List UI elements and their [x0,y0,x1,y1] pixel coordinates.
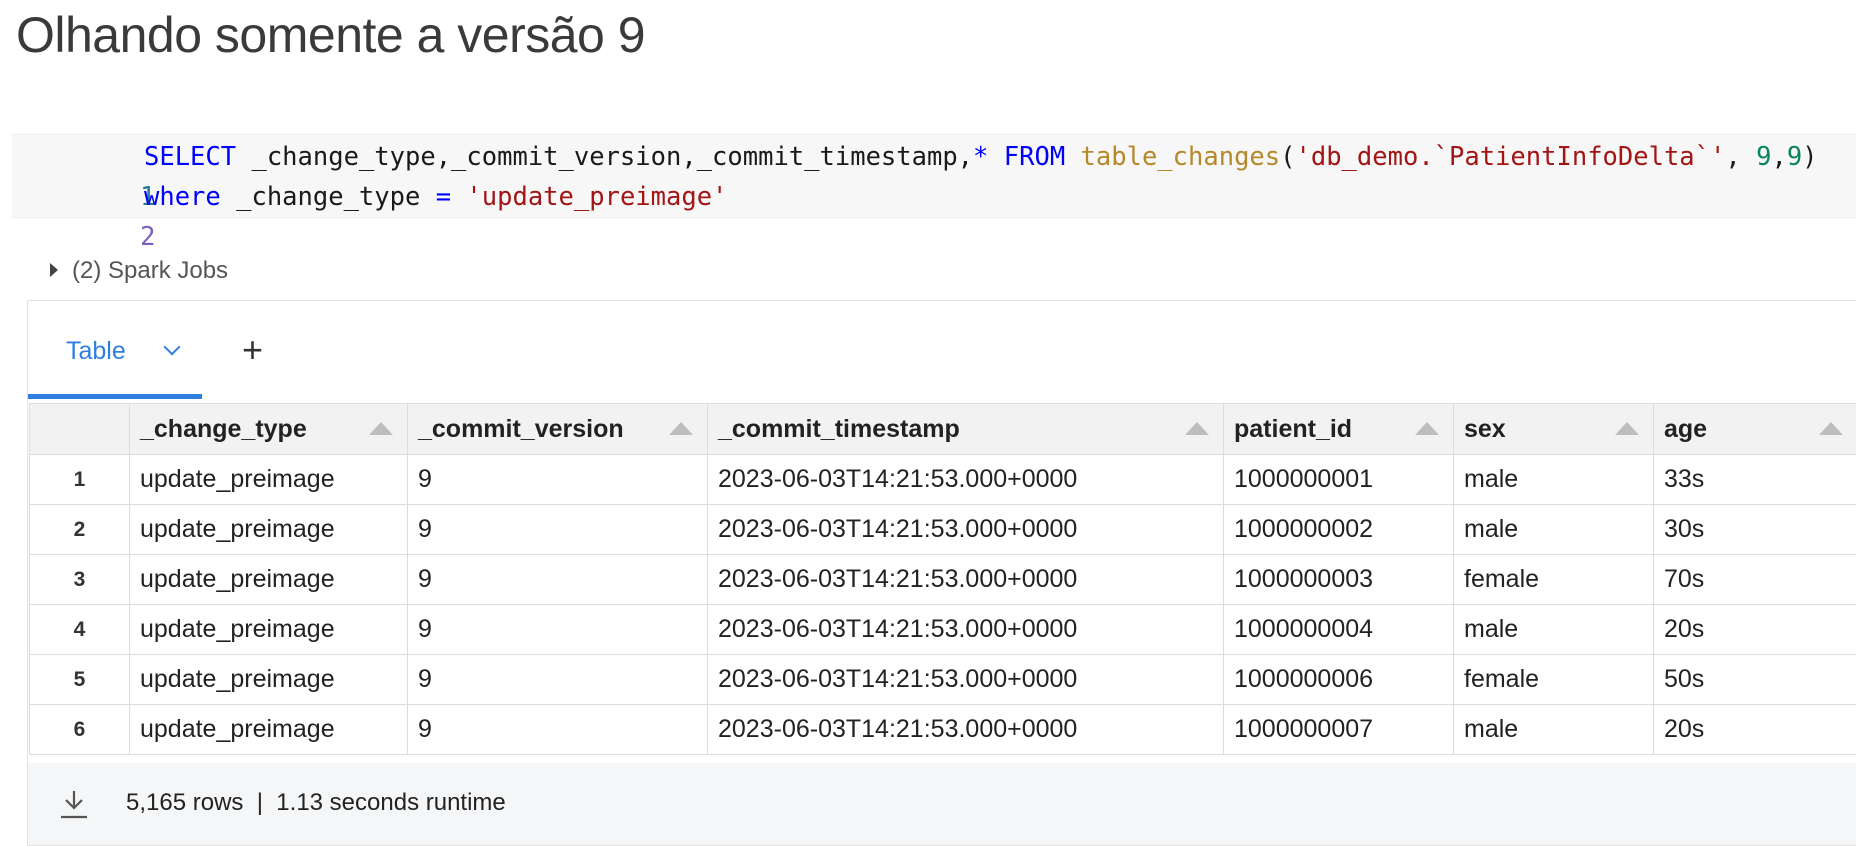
table-cell: update_preimage [130,605,408,655]
tab-table[interactable]: Table [28,301,202,399]
results-footer: 5,165 rows | 1.13 seconds runtime [28,763,1856,845]
table-cell: 1000000002 [1224,505,1454,555]
table-cell: 2023-06-03T14:21:53.000+0000 [708,655,1224,705]
table-cell: 9 [408,705,708,755]
table-cell: update_preimage [130,655,408,705]
code-text: SELECT _change_type,_commit_version,_com… [144,137,1818,177]
column-header[interactable]: _change_type [130,404,408,455]
table-row: 2 update_preimage 9 2023-06-03T14:21:53.… [30,505,1856,555]
table-cell: 9 [408,555,708,605]
row-index: 2 [30,505,130,555]
table-cell: 33s [1654,455,1856,505]
results-panel: Table + _change_type _commit_version _co… [27,300,1856,846]
table-cell: 9 [408,505,708,555]
code-text: where _change_type = 'update_preimage' [144,177,727,217]
table-cell: 9 [408,655,708,705]
column-header[interactable]: _commit_timestamp [708,404,1224,455]
spark-jobs-toggle[interactable]: (2) Spark Jobs [50,256,228,286]
table-cell: male [1454,605,1654,655]
code-line-1: 1 SELECT _change_type,_commit_version,_c… [12,137,155,177]
table-row: 6 update_preimage 9 2023-06-03T14:21:53.… [30,705,1856,755]
table-cell: 1000000006 [1224,655,1454,705]
table-row: 5 update_preimage 9 2023-06-03T14:21:53.… [30,655,1856,705]
sort-icon[interactable] [1415,422,1439,435]
table-cell: update_preimage [130,555,408,605]
table-row: 1 update_preimage 9 2023-06-03T14:21:53.… [30,455,1856,505]
table-row: 4 update_preimage 9 2023-06-03T14:21:53.… [30,605,1856,655]
chevron-down-icon[interactable] [164,339,181,356]
header-row: _change_type _commit_version _commit_tim… [30,404,1856,455]
table-cell: female [1454,655,1654,705]
table-cell: 9 [408,455,708,505]
caret-right-icon [50,263,58,277]
code-line-2: 2 where _change_type = 'update_preimage' [12,177,155,217]
table-cell: 9 [408,605,708,655]
table-cell: female [1454,555,1654,605]
table-cell: 20s [1654,605,1856,655]
row-index: 5 [30,655,130,705]
table-cell: male [1454,455,1654,505]
add-visualization-button[interactable]: + [242,329,263,371]
sort-icon[interactable] [1819,422,1843,435]
row-index: 6 [30,705,130,755]
table-cell: 2023-06-03T14:21:53.000+0000 [708,605,1224,655]
table-cell: male [1454,505,1654,555]
table-cell: 1000000001 [1224,455,1454,505]
download-icon[interactable] [60,789,88,819]
index-header [30,404,130,455]
results-tabbar: Table + [28,301,1856,401]
results-table: _change_type _commit_version _commit_tim… [29,403,1856,755]
table-cell: male [1454,705,1654,755]
table-cell: 2023-06-03T14:21:53.000+0000 [708,555,1224,605]
sort-icon[interactable] [1185,422,1209,435]
sort-icon[interactable] [1615,422,1639,435]
spark-jobs-label: (2) Spark Jobs [72,257,228,284]
table-cell: 70s [1654,555,1856,605]
table-cell: 2023-06-03T14:21:53.000+0000 [708,455,1224,505]
table-cell: 2023-06-03T14:21:53.000+0000 [708,705,1224,755]
table-cell: 2023-06-03T14:21:53.000+0000 [708,505,1224,555]
tab-table-label: Table [66,337,126,366]
line-number: 2 [73,217,155,257]
table-cell: 1000000007 [1224,705,1454,755]
page-title: Olhando somente a versão 9 [16,6,645,64]
row-index: 1 [30,455,130,505]
table-cell: update_preimage [130,455,408,505]
results-summary: 5,165 rows | 1.13 seconds runtime [126,789,506,817]
table-row: 3 update_preimage 9 2023-06-03T14:21:53.… [30,555,1856,605]
table-cell: update_preimage [130,505,408,555]
table-cell: 1000000004 [1224,605,1454,655]
sort-icon[interactable] [669,422,693,435]
column-header[interactable]: patient_id [1224,404,1454,455]
column-header[interactable]: age [1654,404,1856,455]
table-cell: 1000000003 [1224,555,1454,605]
table-cell: update_preimage [130,705,408,755]
row-index: 3 [30,555,130,605]
column-header[interactable]: sex [1454,404,1654,455]
code-editor[interactable]: 1 SELECT _change_type,_commit_version,_c… [12,134,1856,218]
row-index: 4 [30,605,130,655]
table-cell: 20s [1654,705,1856,755]
sort-icon[interactable] [369,422,393,435]
table-cell: 50s [1654,655,1856,705]
column-header[interactable]: _commit_version [408,404,708,455]
table-cell: 30s [1654,505,1856,555]
